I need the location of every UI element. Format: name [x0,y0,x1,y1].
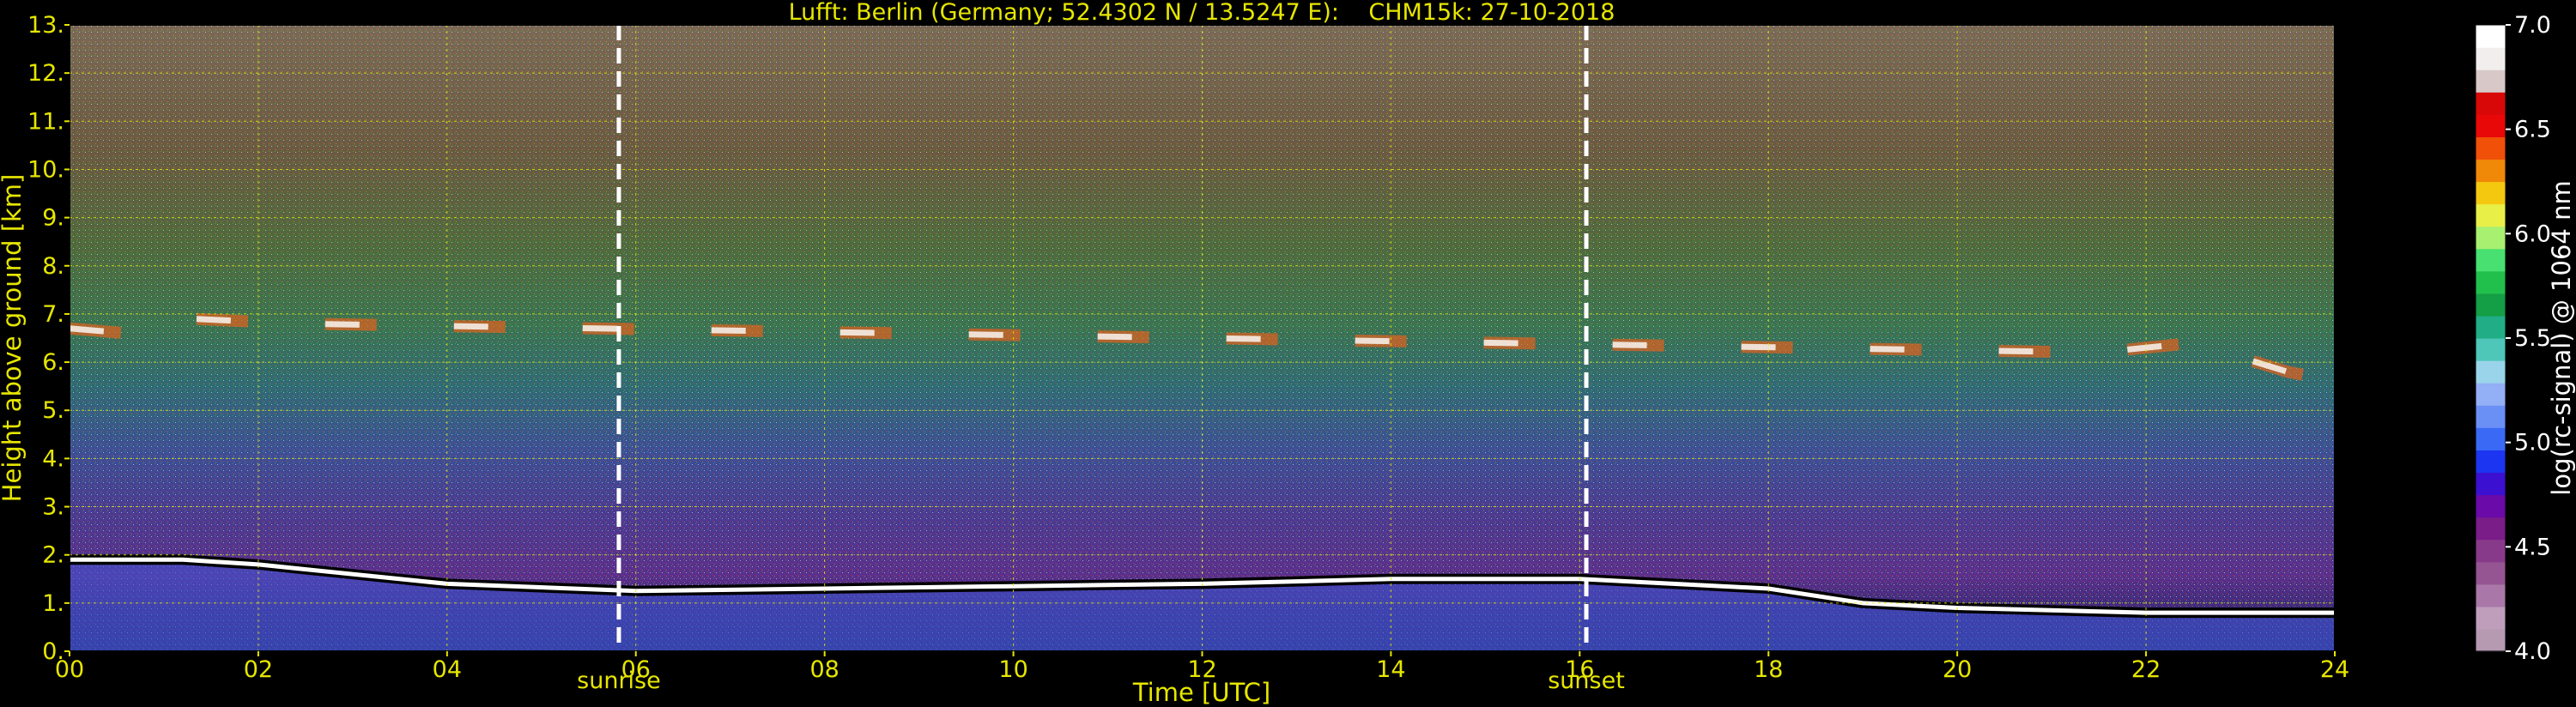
colorbar-swatch [2476,69,2506,93]
colorbar-tick-label: 7.0 [2514,12,2551,39]
colorbar-swatch [2476,47,2506,70]
colorbar-swatch [2476,606,2506,630]
colorbar-swatch [2476,293,2506,317]
colorbar-swatch [2476,114,2506,137]
colorbar-tick-label: 6.0 [2514,221,2551,247]
y-tick-label: 5. [42,397,64,424]
x-tick-label: 20 [1943,656,1972,683]
colorbar-swatch [2476,539,2506,563]
y-axis-label: Height above ground [km] [0,174,27,503]
y-tick-label: 8. [42,253,64,280]
colorbar-swatch [2476,226,2506,250]
colorbar-swatch [2476,583,2506,607]
colorbar-tick-label: 4.0 [2514,638,2551,665]
x-tick-label: 24 [2320,656,2349,683]
colorbar-tick-label: 6.5 [2514,117,2551,143]
y-tick-label: 7. [42,301,64,328]
colorbar-swatch [2476,517,2506,541]
colorbar-swatch [2476,561,2506,585]
colorbar-swatch [2476,315,2506,339]
y-tick-label: 0. [42,638,64,665]
y-tick-label: 12. [27,60,64,87]
colorbar-swatch [2476,338,2506,361]
colorbar-swatch [2476,25,2506,48]
colorbar-swatch [2476,360,2506,384]
y-tick-label: 10. [27,156,64,183]
colorbar-swatch [2476,270,2506,294]
x-tick-label: 10 [998,656,1027,683]
colorbar-swatch [2476,383,2506,406]
colorbar-ticks: 4.0 4.5 5.0 5.5 6.0 6.5 7.0 [2506,12,2551,665]
colorbar-swatch [2476,159,2506,183]
colorbar-swatch [2476,450,2506,474]
colorbar-tick-label: 5.5 [2514,325,2551,352]
y-tick-label: 13. [27,12,64,39]
x-tick-label: 02 [244,656,273,683]
chart-title: Lufft: Berlin (Germany; 52.4302 N / 13.5… [789,0,1615,26]
colorbar-swatch [2476,203,2506,227]
colorbar-swatch [2476,405,2506,428]
x-tick-label: 14 [1376,656,1405,683]
colorbar-swatch [2476,628,2506,652]
y-tick-label: 3. [42,494,64,521]
x-tick-label: 16 [1565,656,1594,683]
colorbar-swatch [2476,181,2506,205]
x-tick-label: 04 [433,656,462,683]
y-tick-label: 1. [42,590,64,617]
y-tick-label: 2. [42,542,64,569]
colorbar-swatch [2476,472,2506,496]
colorbar-swatch [2476,427,2506,450]
colorbar-label: log(rc-signal) @ 1064 nm [2547,180,2576,495]
y-tick-label: 11. [27,108,64,135]
colorbar-tick-label: 5.0 [2514,430,2551,456]
colorbar [2475,24,2506,652]
lidar-figure: sunrise sunset 00 02 04 06 08 10 12 14 16 18 20 22 24… [0,0,2576,707]
y-tick-label: 4. [42,445,64,472]
x-tick-label: 08 [809,656,839,683]
colorbar-swatch [2476,136,2506,160]
colorbar-swatch [2476,494,2506,518]
y-axis-ticks: 0. 1. 2. 3. 4. 5. 6. 7. 8. 9. 10. 11. 12. 13. [27,12,70,665]
colorbar-tick-label: 4.5 [2514,534,2551,560]
x-tick-label: 06 [621,656,651,683]
x-tick-label: 18 [1754,656,1783,683]
colorbar-swatch [2476,248,2506,272]
colorbar-swatch [2476,92,2506,115]
x-tick-label: 22 [2131,656,2161,683]
y-tick-label: 9. [42,205,64,232]
x-axis-label: Time [UTC] [1132,678,1270,707]
y-tick-label: 6. [42,349,64,376]
